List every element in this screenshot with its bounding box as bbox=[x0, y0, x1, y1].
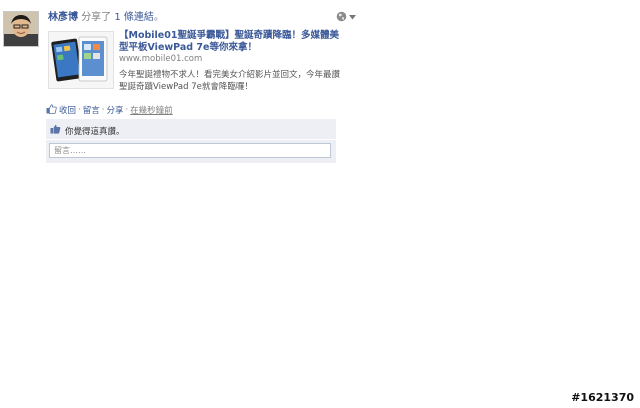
watermark: #1621370 bbox=[571, 391, 634, 404]
comment-link[interactable]: 留言 bbox=[83, 104, 100, 116]
attachment-title[interactable]: 【Mobile01聖誕爭霸戰】聖誕奇蹟降臨！多媒體美型平板ViewPad 7e等… bbox=[119, 30, 339, 54]
header-period: 。 bbox=[153, 12, 164, 23]
avatar-photo bbox=[4, 12, 38, 46]
story-header: 林彥博 分享了 1 條連結。 bbox=[48, 12, 164, 24]
share-link[interactable]: 分享 bbox=[106, 104, 123, 116]
like-sentence-row: 你覺得這真讚。 bbox=[50, 124, 125, 137]
attachment-description: 今年聖誕禮物不求人！看完美女介紹影片並回文，今年最讚聖誕奇蹟ViewPad 7e… bbox=[119, 70, 341, 92]
timestamp[interactable]: 在幾秒鐘前 bbox=[130, 104, 173, 116]
author-name[interactable]: 林彥博 bbox=[48, 12, 78, 23]
globe-icon bbox=[336, 11, 347, 25]
attachment-thumbnail[interactable] bbox=[48, 31, 114, 89]
separator: · bbox=[78, 105, 81, 115]
like-icon bbox=[50, 124, 61, 137]
unlike-link[interactable]: 收回 bbox=[59, 104, 76, 116]
page: 林彥博 分享了 1 條連結。 【Mobile01聖誕爭霸戰】聖誕奇蹟降臨！多媒體… bbox=[0, 0, 640, 408]
separator: · bbox=[125, 105, 129, 115]
chevron-down-icon bbox=[349, 13, 356, 23]
shared-text: 分享了 bbox=[81, 12, 112, 23]
thumbs-up-icon bbox=[46, 103, 57, 117]
attachment-url: www.mobile01.com bbox=[119, 54, 203, 64]
avatar[interactable] bbox=[3, 11, 39, 47]
comment-input[interactable] bbox=[49, 143, 331, 158]
separator: · bbox=[101, 105, 105, 115]
link-count[interactable]: 1 條連結 bbox=[114, 12, 154, 23]
privacy-selector[interactable] bbox=[336, 11, 358, 25]
feedback-box: 你覺得這真讚。 bbox=[46, 119, 336, 163]
divider bbox=[46, 139, 336, 140]
tablet-image bbox=[49, 32, 113, 88]
like-sentence: 你覺得這真讚。 bbox=[65, 126, 125, 137]
story-actions: 收回 · 留言 · 分享 · 在幾秒鐘前 bbox=[46, 103, 173, 117]
